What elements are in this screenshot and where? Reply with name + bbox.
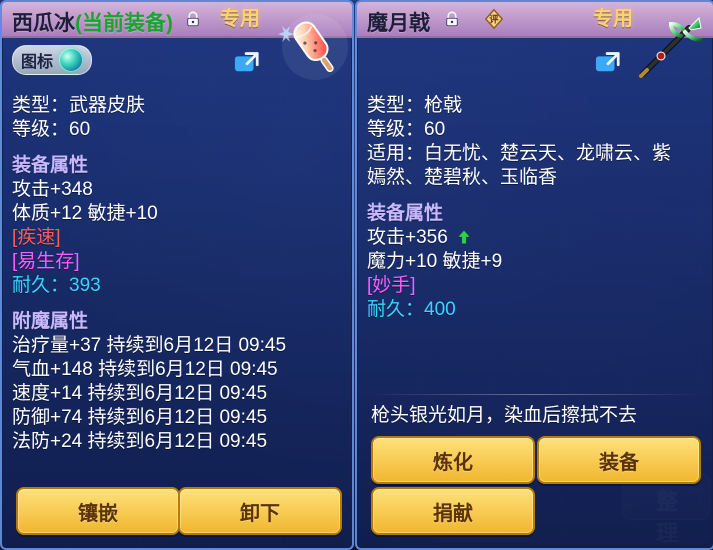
equipment-attribute-line: 魔力+10 敏捷+9 (367, 251, 503, 272)
attribute-tag-speed: [疾速] (12, 227, 61, 248)
equipped-item-panel: 西瓜冰(当前装备) 专用 图标 类型：武器皮肤 等级：60 装备属性 攻击+34… (0, 0, 354, 550)
item-details: 类型：武器皮肤 等级：60 装备属性 攻击+348 体质+12 敏捷+10 [疾… (12, 94, 342, 454)
durability-value: 400 (424, 299, 456, 320)
durability-label: 耐久： (12, 275, 70, 296)
refine-button-label: 炼化 (433, 451, 473, 474)
item-name: 西瓜冰 (12, 12, 75, 35)
unequip-button-label: 卸下 (240, 502, 280, 525)
equipment-attribute-line: 体质+12 敏捷+10 (12, 203, 158, 224)
durability-label: 耐久： (367, 299, 425, 320)
enchant-attribute-line: 防御+74 持续到6月12日 09:45 (12, 407, 268, 428)
durability-value: 393 (69, 275, 101, 296)
gem-icon (59, 48, 84, 72)
equipment-attributes-title: 装备属性 (367, 203, 444, 224)
refine-button[interactable]: 炼化 (371, 436, 535, 484)
equip-button-label: 装备 (599, 451, 639, 474)
enchant-attribute-line: 速度+14 持续到6月12日 09:45 (12, 383, 268, 404)
equip-button[interactable]: 装备 (537, 436, 701, 484)
attribute-tag-skill: [妙手] (367, 275, 416, 296)
inlay-button-label: 镶嵌 (78, 502, 118, 525)
equipment-attribute-line: 攻击+356 (367, 226, 703, 250)
rating-badge-icon: 评 (483, 8, 505, 30)
equipment-attributes-title: 装备属性 (12, 155, 89, 176)
item-type: 类型：武器皮肤 (12, 95, 146, 116)
weapon-skin-icon (278, 14, 348, 80)
item-details: 类型：枪戟 等级：60 适用：白无忧、楚云天、龙啸云、紫 嫣然、楚碧秋、玉临香 … (367, 94, 703, 322)
exclusive-label: 专用 (593, 8, 633, 30)
divider (367, 394, 703, 395)
share-icon[interactable] (232, 48, 262, 74)
exclusive-label: 专用 (220, 8, 260, 30)
rating-badge-text: 评 (489, 14, 498, 26)
enchant-attributes-title: 附魔属性 (12, 311, 89, 332)
unequip-button[interactable]: 卸下 (178, 487, 342, 535)
icon-toggle-label: 图标 (21, 54, 54, 71)
enchant-attribute-line: 法防+24 持续到6月12日 09:45 (12, 431, 268, 452)
inlay-button[interactable]: 镶嵌 (16, 487, 180, 535)
durability: 耐久：393 (12, 274, 342, 298)
donate-button[interactable]: 捐献 (371, 487, 535, 535)
attack-line: 攻击+356 (367, 227, 448, 248)
item-suitable-line: 适用：白无忧、楚云天、龙啸云、紫 (367, 143, 672, 164)
item-suitable-line: 嫣然、楚碧秋、玉临香 (367, 167, 558, 188)
arrow-up-icon (457, 229, 471, 245)
lock-icon[interactable] (184, 10, 202, 28)
equipment-attribute-line: 攻击+348 (12, 179, 93, 200)
icon-toggle[interactable]: 图标 (12, 45, 93, 75)
share-icon[interactable] (593, 48, 623, 74)
durability: 耐久：400 (367, 298, 703, 322)
compare-item-panel: 魔月戟 评 专用 类型：枪戟 等级：60 适用：白无忧、楚云天、龙啸云、紫 嫣然… (355, 0, 713, 550)
item-status-note: (当前装备) (75, 12, 173, 35)
enchant-attribute-line: 气血+148 持续到6月12日 09:45 (12, 359, 278, 380)
enchant-attribute-line: 治疗量+37 持续到6月12日 09:45 (12, 335, 287, 356)
polearm-icon (639, 16, 703, 78)
item-name: 魔月戟 (367, 12, 430, 35)
flavor-text: 枪头银光如月，染血后擦拭不去 (371, 405, 638, 426)
item-title: 西瓜冰(当前装备) (12, 7, 173, 37)
attribute-tag-survival: [易生存] (12, 251, 80, 272)
item-level: 等级：60 (367, 119, 446, 140)
lock-icon[interactable] (443, 10, 461, 28)
item-title: 魔月戟 (367, 7, 430, 37)
donate-button-label: 捐献 (433, 502, 473, 525)
item-type: 类型：枪戟 (367, 95, 463, 116)
item-level: 等级：60 (12, 119, 91, 140)
